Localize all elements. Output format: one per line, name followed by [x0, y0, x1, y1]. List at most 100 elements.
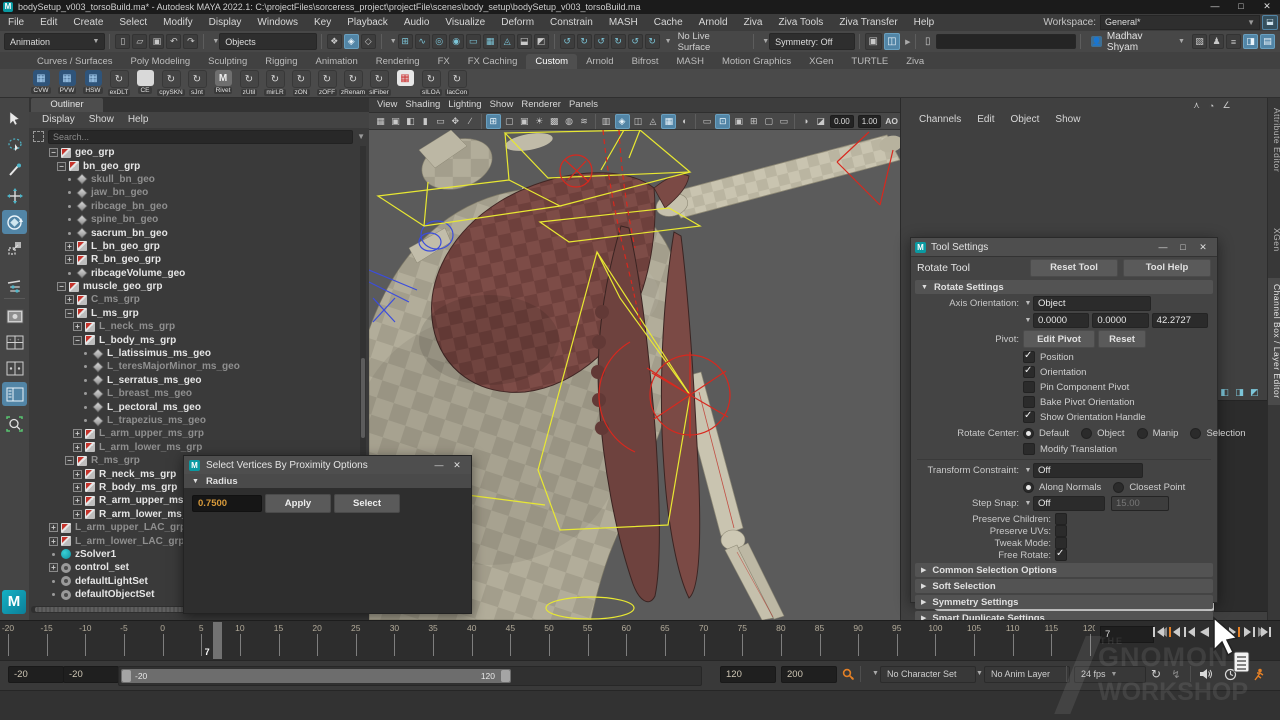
- menu-deform[interactable]: Deform: [493, 15, 542, 31]
- close-icon[interactable]: ✕: [448, 460, 466, 471]
- shelf-tab-rendering[interactable]: Rendering: [367, 54, 429, 69]
- outliner-tab[interactable]: Outliner: [31, 98, 103, 112]
- viewport-menu-lighting[interactable]: Lighting: [448, 97, 489, 113]
- playback-end-field[interactable]: 120: [720, 666, 776, 683]
- axis-orientation-dropdown[interactable]: Object: [1033, 296, 1151, 311]
- playback-speed-icon[interactable]: [1222, 666, 1238, 682]
- xray-joints-icon[interactable]: ◬: [646, 115, 659, 128]
- step-forward-key-icon[interactable]: [1242, 624, 1257, 640]
- viewport-menu-view[interactable]: View: [377, 97, 405, 113]
- shelf-item-exDLT[interactable]: ↻exDLT: [106, 70, 132, 96]
- chevron-down-icon[interactable]: ▼: [976, 670, 983, 677]
- outliner-item-sacrum_bn_geo[interactable]: sacrum_bn_geo: [29, 226, 359, 239]
- outliner-menu-display[interactable]: Display: [35, 112, 82, 128]
- outliner-item-R_bn_geo_grp[interactable]: +R_bn_geo_grp: [29, 253, 359, 266]
- menu-file[interactable]: File: [0, 15, 32, 31]
- checkbox-pin-component-pivot[interactable]: [1023, 381, 1035, 393]
- outliner-item-skull_bn_geo[interactable]: skull_bn_geo: [29, 173, 359, 186]
- film-gate-icon[interactable]: ▭: [700, 115, 713, 128]
- user-account-menu[interactable]: 👤 Madhav Shyam ▼: [1085, 33, 1191, 50]
- outliner-item-L_ms_grp[interactable]: −L_ms_grp: [29, 307, 359, 320]
- chevron-down-icon[interactable]: ▼: [212, 38, 219, 45]
- quick-input-field[interactable]: [936, 34, 1076, 49]
- outliner-item-L_arm_lower_ms_grp[interactable]: +L_arm_lower_ms_grp: [29, 441, 359, 454]
- reset-pivot-button[interactable]: Reset: [1098, 330, 1146, 348]
- shelf-item-HSW[interactable]: ▦HSW: [80, 70, 106, 94]
- render-layer-icon[interactable]: ◨: [1233, 386, 1246, 399]
- search-filter-icon[interactable]: [33, 131, 44, 142]
- outliner-menu-show[interactable]: Show: [82, 112, 121, 128]
- radio-along-normals[interactable]: Along Normals: [1023, 482, 1101, 493]
- viewport-menu-renderer[interactable]: Renderer: [521, 97, 569, 113]
- playback-start-field[interactable]: -20: [63, 666, 119, 683]
- current-frame-field[interactable]: 7: [1100, 626, 1154, 643]
- viewport-menu-shading[interactable]: Shading: [405, 97, 448, 113]
- selection-mask-dropdown[interactable]: Objects: [219, 33, 317, 50]
- section-common-selection-options[interactable]: ▶Common Selection Options: [915, 563, 1213, 577]
- tool-help-button[interactable]: Tool Help: [1123, 259, 1211, 277]
- edit-pivot-button[interactable]: Edit Pivot: [1023, 330, 1095, 348]
- menu-cache[interactable]: Cache: [646, 15, 691, 31]
- shelf-item-PVW[interactable]: ▦PVW: [54, 70, 80, 94]
- input-connections-icon[interactable]: ↺: [560, 34, 575, 49]
- outliner-item-L_serratus_ms_geo[interactable]: L_serratus_ms_geo: [29, 374, 359, 387]
- rotate-value-y[interactable]: 0.0000: [1092, 313, 1148, 328]
- chevron-down-icon[interactable]: ▼: [390, 38, 397, 45]
- select-tool-icon[interactable]: [2, 106, 27, 130]
- outliner-menu-help[interactable]: Help: [121, 112, 156, 128]
- camera-attributes-icon[interactable]: ◧: [404, 115, 417, 128]
- outliner-item-L_teresMajorMinor_ms_geo[interactable]: L_teresMajorMinor_ms_geo: [29, 360, 359, 373]
- performance-runner-icon[interactable]: [1250, 666, 1266, 682]
- fps-dropdown[interactable]: 24 fps ▼: [1074, 666, 1146, 683]
- lock-camera-icon[interactable]: ▣: [389, 115, 402, 128]
- collapse-icon[interactable]: −: [73, 336, 82, 345]
- menu-ziva[interactable]: Ziva: [736, 15, 771, 31]
- expand-icon[interactable]: +: [73, 496, 82, 505]
- range-start-handle[interactable]: [122, 670, 131, 682]
- modeling-toolkit-icon[interactable]: ▧: [1192, 34, 1207, 49]
- snap-view-plane-icon[interactable]: ▭: [466, 34, 481, 49]
- anim-layer-icon[interactable]: ◩: [1248, 386, 1261, 399]
- outliner-item-L_trapezius_ms_geo[interactable]: L_trapezius_ms_geo: [29, 414, 359, 427]
- select-hierarchy-icon[interactable]: ❖: [327, 34, 342, 49]
- move-tool-icon[interactable]: [2, 184, 27, 208]
- radio-closest-point[interactable]: Closest Point: [1113, 482, 1185, 493]
- gamma-value[interactable]: 1.00: [858, 115, 882, 128]
- lock-selection-icon[interactable]: ⬓: [517, 34, 532, 49]
- go-to-start-icon[interactable]: [1152, 624, 1167, 640]
- shelf-tab-bifrost[interactable]: Bifrost: [623, 54, 668, 69]
- gamma-icon[interactable]: ◪: [814, 115, 827, 128]
- radio-selection[interactable]: Selection: [1190, 428, 1245, 439]
- outliner-item-L_pectoral_ms_geo[interactable]: L_pectoral_ms_geo: [29, 400, 359, 413]
- menu-constrain[interactable]: Constrain: [542, 15, 601, 31]
- shelf-item-calendar[interactable]: ▦: [392, 70, 418, 86]
- anim-layer-dropdown[interactable]: No Anim Layer: [984, 666, 1070, 683]
- shelf-tab-fx[interactable]: FX: [429, 54, 459, 69]
- select-camera-icon[interactable]: ▦: [374, 115, 387, 128]
- collapse-icon[interactable]: −: [65, 309, 74, 318]
- radio-default[interactable]: Default: [1023, 428, 1069, 439]
- pose-editor-icon[interactable]: ◫: [884, 33, 901, 50]
- menu-mash[interactable]: MASH: [601, 15, 646, 31]
- chevron-down-icon[interactable]: ▼: [665, 38, 672, 45]
- axis-tripod-icon[interactable]: ⋏: [1190, 99, 1203, 112]
- collapse-icon[interactable]: −: [57, 282, 66, 291]
- chevron-down-icon[interactable]: ▼: [872, 670, 879, 677]
- graph-icon[interactable]: ∠: [1220, 99, 1233, 112]
- channelbox-menu-edit[interactable]: Edit: [969, 112, 1002, 128]
- expand-icon[interactable]: +: [73, 443, 82, 452]
- shelf-tab-xgen[interactable]: XGen: [800, 54, 842, 69]
- section-soft-selection[interactable]: ▶Soft Selection: [915, 579, 1213, 593]
- field-chart-icon[interactable]: ⊞: [747, 115, 760, 128]
- shelf-tab-rigging[interactable]: Rigging: [256, 54, 306, 69]
- grease-pencil-icon[interactable]: ∕: [464, 115, 477, 128]
- play-backwards-icon[interactable]: [1197, 624, 1212, 640]
- workspace-dropdown[interactable]: General* ▼: [1100, 15, 1260, 30]
- live-surface-field[interactable]: No Live Surface: [678, 31, 744, 53]
- layout-two-icon[interactable]: [2, 356, 27, 380]
- character-controls-icon[interactable]: ♟: [1209, 34, 1224, 49]
- shelf-item-sJnt[interactable]: ↻sJnt: [184, 70, 210, 96]
- bookmark-icon[interactable]: ▮: [419, 115, 432, 128]
- maximize-window-button[interactable]: □: [1228, 0, 1254, 14]
- menu-playback[interactable]: Playback: [339, 15, 396, 31]
